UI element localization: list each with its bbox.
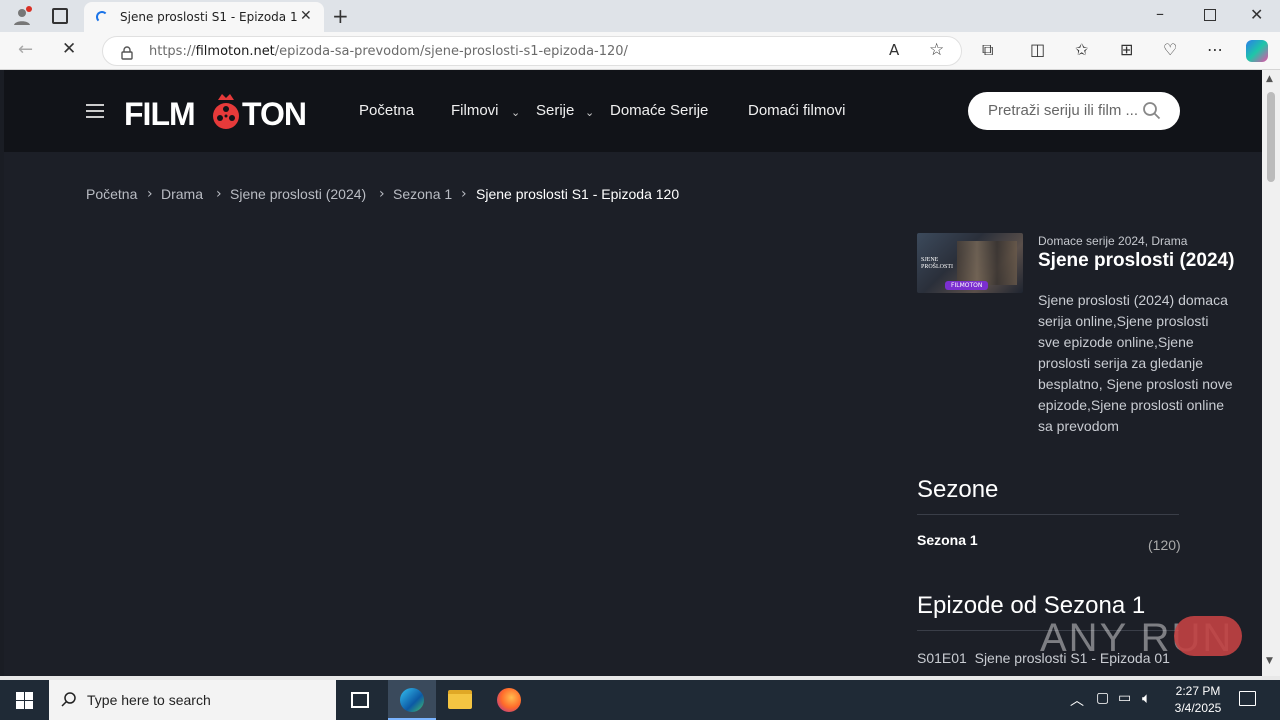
firefox-icon[interactable] [497,688,521,712]
browser-essentials-icon[interactable]: ♡ [1163,42,1177,58]
lock-icon[interactable] [121,45,133,60]
breadcrumb-current: Sjene proslosti S1 - Epizoda 120 [476,186,680,202]
site-header: FILM TON Početna Filmovi ⌄ Serije ⌄ Doma… [4,70,1262,152]
film-reel-icon [210,94,242,130]
scroll-up-arrow-icon[interactable]: ▲ [1266,74,1273,84]
logo-text-left: FILM [124,96,196,132]
file-explorer-icon[interactable] [448,690,472,709]
notifications-icon[interactable] [1239,691,1256,706]
address-bar[interactable]: https://filmoton.net/epizoda-sa-prevodom… [102,36,962,66]
copilot-icon[interactable] [1246,40,1268,62]
clock-time: 2:27 PM [1175,684,1221,698]
search-icon [61,692,77,712]
clock-date: 3/4/2025 [1174,701,1222,715]
site-logo[interactable]: FILM TON [124,92,324,132]
browser-tab-bar: Sjene proslosti S1 - Epizoda 120 o ✕ + –… [0,0,1280,32]
nav-domestic-series[interactable]: Domaće Serije [610,102,708,119]
minimize-icon[interactable]: – [1156,6,1164,22]
thumbnail-title: SJENE PROŠLOSTI [921,257,954,270]
back-icon[interactable]: ← [18,41,33,59]
windows-taskbar: Type here to search ︿ ▢ ▭ 🔈︎ 2:27 PM 3/4… [0,680,1280,720]
stop-loading-icon[interactable]: ✕ [62,41,76,58]
favorite-star-icon[interactable]: ☆ [929,42,944,59]
network-icon[interactable]: ▭ [1118,690,1131,706]
divider [917,514,1179,515]
read-aloud-icon[interactable]: A [889,43,899,58]
window-close-icon[interactable]: ✕ [1250,7,1263,23]
scrollbar-thumb[interactable] [1267,92,1275,182]
restore-icon[interactable] [1204,9,1216,21]
tray-device-icon[interactable]: ▢ [1096,690,1109,706]
profile-icon[interactable] [12,6,32,26]
breadcrumb-show[interactable]: Sjene proslosti (2024) [230,186,366,202]
nav-movies[interactable]: Filmovi [451,102,499,119]
tab-actions-icon[interactable] [52,8,68,24]
nav-domestic-movies[interactable]: Domaći filmovi [748,102,846,119]
split-screen-icon[interactable]: ◫ [1030,42,1045,58]
season-episode-count: (120) [1148,537,1181,553]
anyrun-watermark: ANY RUN [1040,614,1244,664]
video-player[interactable] [86,230,886,676]
tray-chevron-up-icon[interactable]: ︿ [1070,690,1084,710]
hamburger-menu-icon[interactable] [86,104,104,118]
edge-taskbar-icon[interactable] [388,680,436,720]
task-view-icon[interactable] [351,692,369,708]
nav-series[interactable]: Serije [536,102,574,119]
volume-icon[interactable]: 🔈︎ [1142,689,1151,707]
chat-bubble-icon[interactable] [1174,616,1242,656]
show-description: Sjene proslosti (2024) domaca serija onl… [1038,292,1233,434]
tab-title: Sjene proslosti S1 - Epizoda 120 o [120,10,298,24]
show-thumbnail[interactable]: SJENE PROŠLOSTI FILMOTON [917,233,1023,293]
more-menu-icon[interactable]: ⋯ [1207,42,1223,58]
nav-home[interactable]: Početna [359,102,414,119]
scroll-down-arrow-icon[interactable]: ▼ [1266,656,1273,666]
seasons-heading: Sezone [917,476,999,503]
windows-start-icon[interactable] [16,692,33,709]
collections-icon[interactable]: ⊞ [1120,42,1133,58]
favorites-icon[interactable]: ✩ [1075,42,1088,58]
show-genre[interactable]: Domace serije 2024, Drama [1038,234,1187,248]
taskbar-search-placeholder: Type here to search [87,692,211,708]
show-title[interactable]: Sjene proslosti (2024) [1038,250,1234,272]
taskbar-clock[interactable]: 2:27 PM 3/4/2025 [1168,683,1228,717]
breadcrumb-home[interactable]: Početna [86,186,137,202]
new-tab-icon[interactable]: + [332,6,349,26]
chevron-down-icon[interactable]: ⌄ [511,106,520,119]
season-item[interactable]: Sezona 1 [917,532,978,548]
search-icon[interactable] [1142,101,1162,121]
extensions-icon[interactable]: ⧉ [982,42,993,58]
page-viewport: FILM TON Početna Filmovi ⌄ Serije ⌄ Doma… [4,70,1262,676]
chevron-right-icon: › [216,186,222,202]
chevron-right-icon: › [461,186,467,202]
episode-code: S01E01 [917,650,967,666]
page-scrollbar[interactable]: ▲ ▼ [1262,70,1280,676]
logo-text-right: TON [242,96,307,132]
search-placeholder: Pretraži seriju ili film ... [988,102,1139,119]
close-tab-icon[interactable]: ✕ [300,9,312,23]
thumbnail-brand: FILMOTON [945,281,989,290]
loading-spinner-icon [96,11,108,23]
chevron-right-icon: › [147,186,153,202]
taskbar-search-input[interactable]: Type here to search [49,680,336,720]
breadcrumb-genre[interactable]: Drama [161,186,203,202]
active-tab[interactable]: Sjene proslosti S1 - Epizoda 120 o ✕ [84,2,324,32]
url-text: https://filmoton.net/epizoda-sa-prevodom… [149,44,628,59]
search-input[interactable]: Pretraži seriju ili film ... [968,92,1180,130]
chevron-right-icon: › [379,186,385,202]
chevron-down-icon[interactable]: ⌄ [585,106,594,119]
breadcrumb-season[interactable]: Sezona 1 [393,186,452,202]
